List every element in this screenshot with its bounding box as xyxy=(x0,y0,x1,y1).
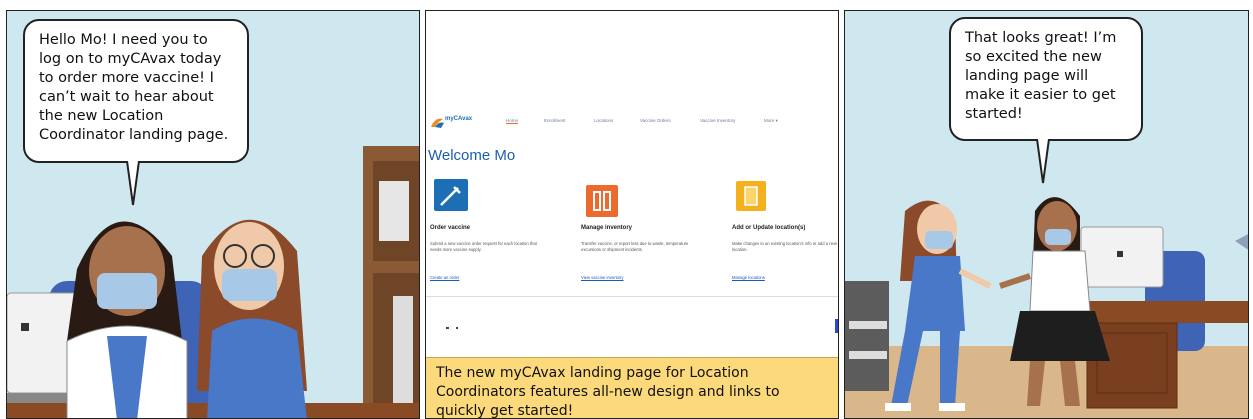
footer-strip xyxy=(426,297,838,357)
syringe-icon xyxy=(434,179,468,211)
caption-box: The new myCAvax landing page for Locatio… xyxy=(426,357,838,418)
link-view-inventory[interactable]: View vaccine inventory xyxy=(581,275,624,280)
speech-bubble-tail xyxy=(126,161,140,206)
tile-title-locations: Add or Update location(s) xyxy=(732,225,806,231)
tile-title-order: Order vaccine xyxy=(430,225,471,231)
tile-desc-inventory: Transfer vaccine, or report loss due to … xyxy=(581,241,689,252)
scroll-indicator[interactable] xyxy=(835,319,838,333)
tile-title-inventory: Manage inventory xyxy=(581,225,633,231)
link-create-order[interactable]: Create an order xyxy=(430,275,459,280)
comic-panel-1: Hello Mo! I need you to log on to myCAva… xyxy=(6,10,420,419)
nav-locations[interactable]: Locations xyxy=(594,118,613,123)
logo-text: myCAvax xyxy=(445,116,473,122)
mycavax-logo-icon xyxy=(431,118,444,128)
nav-vaccine-inventory[interactable]: Vaccine Inventory xyxy=(700,118,735,123)
speech-bubble-panel3: That looks great! I’m so excited the new… xyxy=(949,17,1143,141)
comic-panel-3: That looks great! I’m so excited the new… xyxy=(844,10,1249,419)
footer-dot-2 xyxy=(456,327,458,329)
speech-bubble-panel1: Hello Mo! I need you to log on to myCAva… xyxy=(23,19,249,163)
nav-enrollment[interactable]: Enrollment xyxy=(544,118,566,123)
link-manage-locations[interactable]: Manage locations xyxy=(732,275,765,280)
nav-vaccine-orders[interactable]: Vaccine Orders xyxy=(640,118,671,123)
welcome-heading: Welcome Mo xyxy=(428,147,516,164)
tile-desc-locations: Make changes to an existing location’s i… xyxy=(732,241,837,252)
tile-desc-order: Submit a new vaccine order request for e… xyxy=(430,241,537,252)
browser-screen: myCAvax Home Enrollment Locations Vaccin… xyxy=(426,11,838,297)
vials-icon xyxy=(586,185,618,217)
speech-bubble-tail xyxy=(1036,139,1050,184)
comic-panel-2: myCAvax Home Enrollment Locations Vaccin… xyxy=(425,10,839,419)
nav-home[interactable]: Home xyxy=(506,118,519,124)
document-icon xyxy=(736,181,766,211)
nav-more[interactable]: More ▾ xyxy=(764,118,778,124)
footer-dots xyxy=(446,327,449,329)
